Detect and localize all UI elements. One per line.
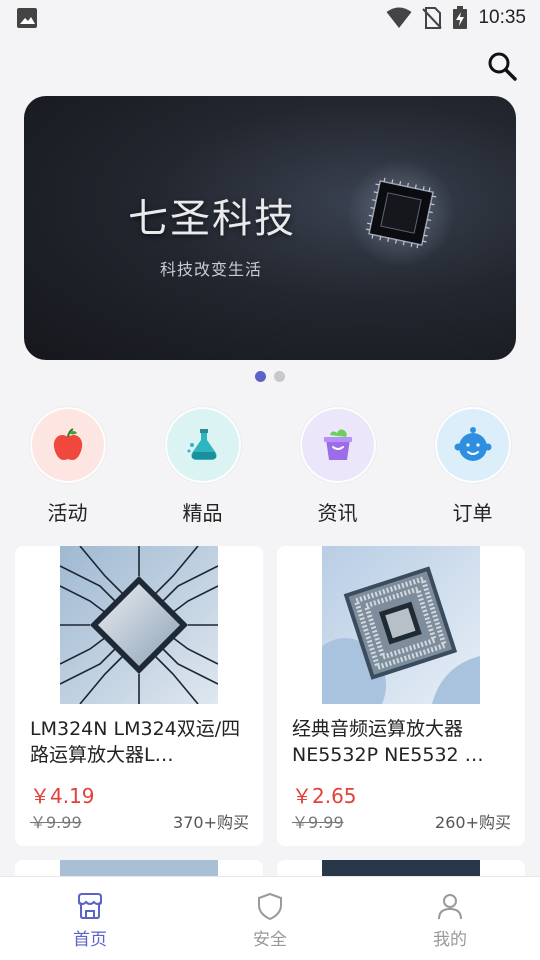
shield-icon — [258, 892, 282, 921]
search-button[interactable] — [486, 50, 518, 82]
wifi-icon — [386, 7, 412, 28]
chip-image — [347, 159, 455, 267]
banner-pagination — [0, 371, 540, 382]
store-icon — [78, 893, 102, 919]
product-image — [60, 546, 218, 704]
tab-profile[interactable]: 我的 — [360, 877, 540, 960]
status-time: 10:35 — [478, 7, 526, 28]
no-sim-icon — [422, 7, 443, 29]
category-orders-circle — [434, 407, 511, 483]
category-activity[interactable]: 活动 — [0, 407, 135, 526]
category-featured-label: 精品 — [182, 501, 223, 525]
category-activity-label: 活动 — [47, 501, 88, 525]
baby-icon — [454, 427, 491, 461]
tab-home-label: 首页 — [73, 930, 107, 950]
flask-icon — [187, 429, 216, 460]
product-price: ￥4.19 — [30, 784, 95, 808]
category-orders[interactable]: 订单 — [405, 407, 540, 526]
product-image — [322, 546, 480, 704]
category-featured-circle — [164, 407, 241, 483]
product-original-price: ￥9.99 — [30, 813, 82, 832]
bottom-tab-bar: 首页 安全 我的 — [0, 876, 540, 960]
product-card[interactable]: LM324N LM324双运/四路运算放大器L… ￥4.19 ￥9.99 370… — [15, 546, 263, 846]
tab-profile-label: 我的 — [433, 930, 467, 950]
battery-charging-icon — [453, 6, 468, 29]
category-menu: 活动 精品 资讯 订单 — [0, 407, 540, 526]
banner-subtitle: 科技改变生活 — [160, 260, 263, 279]
category-orders-label: 订单 — [452, 501, 493, 525]
product-card[interactable]: 经典音频运算放大器 NE5532P NE5532 … ￥2.65 ￥9.99 2… — [277, 546, 525, 846]
product-original-price: ￥9.99 — [292, 813, 344, 832]
gallery-icon — [17, 8, 37, 28]
promo-banner[interactable]: 七圣科技 科技改变生活 — [24, 96, 516, 360]
product-price: ￥2.65 — [292, 784, 357, 808]
banner-title: 七圣科技 — [128, 196, 296, 242]
product-name: LM324N LM324双运/四路运算放大器L… — [30, 718, 241, 766]
tab-security-label: 安全 — [253, 930, 287, 950]
category-news-label: 资讯 — [317, 501, 358, 525]
pagination-dot-active[interactable] — [255, 371, 266, 382]
product-grid: LM324N LM324双运/四路运算放大器L… ￥4.19 ￥9.99 370… — [15, 546, 525, 880]
category-news-circle — [299, 407, 376, 483]
category-activity-circle — [29, 407, 106, 483]
product-name: 经典音频运算放大器 NE5532P NE5532 … — [292, 718, 484, 766]
user-icon — [438, 894, 462, 920]
tab-home[interactable]: 首页 — [0, 877, 180, 960]
category-featured[interactable]: 精品 — [135, 407, 270, 526]
pagination-dot[interactable] — [274, 371, 285, 382]
apple-icon — [53, 428, 82, 460]
search-icon — [488, 52, 517, 81]
bag-icon — [323, 429, 352, 460]
status-bar: 10:35 — [0, 0, 540, 36]
tab-security[interactable]: 安全 — [180, 877, 360, 960]
product-sold-count: 260+购买 — [435, 813, 511, 832]
product-sold-count: 370+购买 — [173, 813, 249, 832]
category-news[interactable]: 资讯 — [270, 407, 405, 526]
